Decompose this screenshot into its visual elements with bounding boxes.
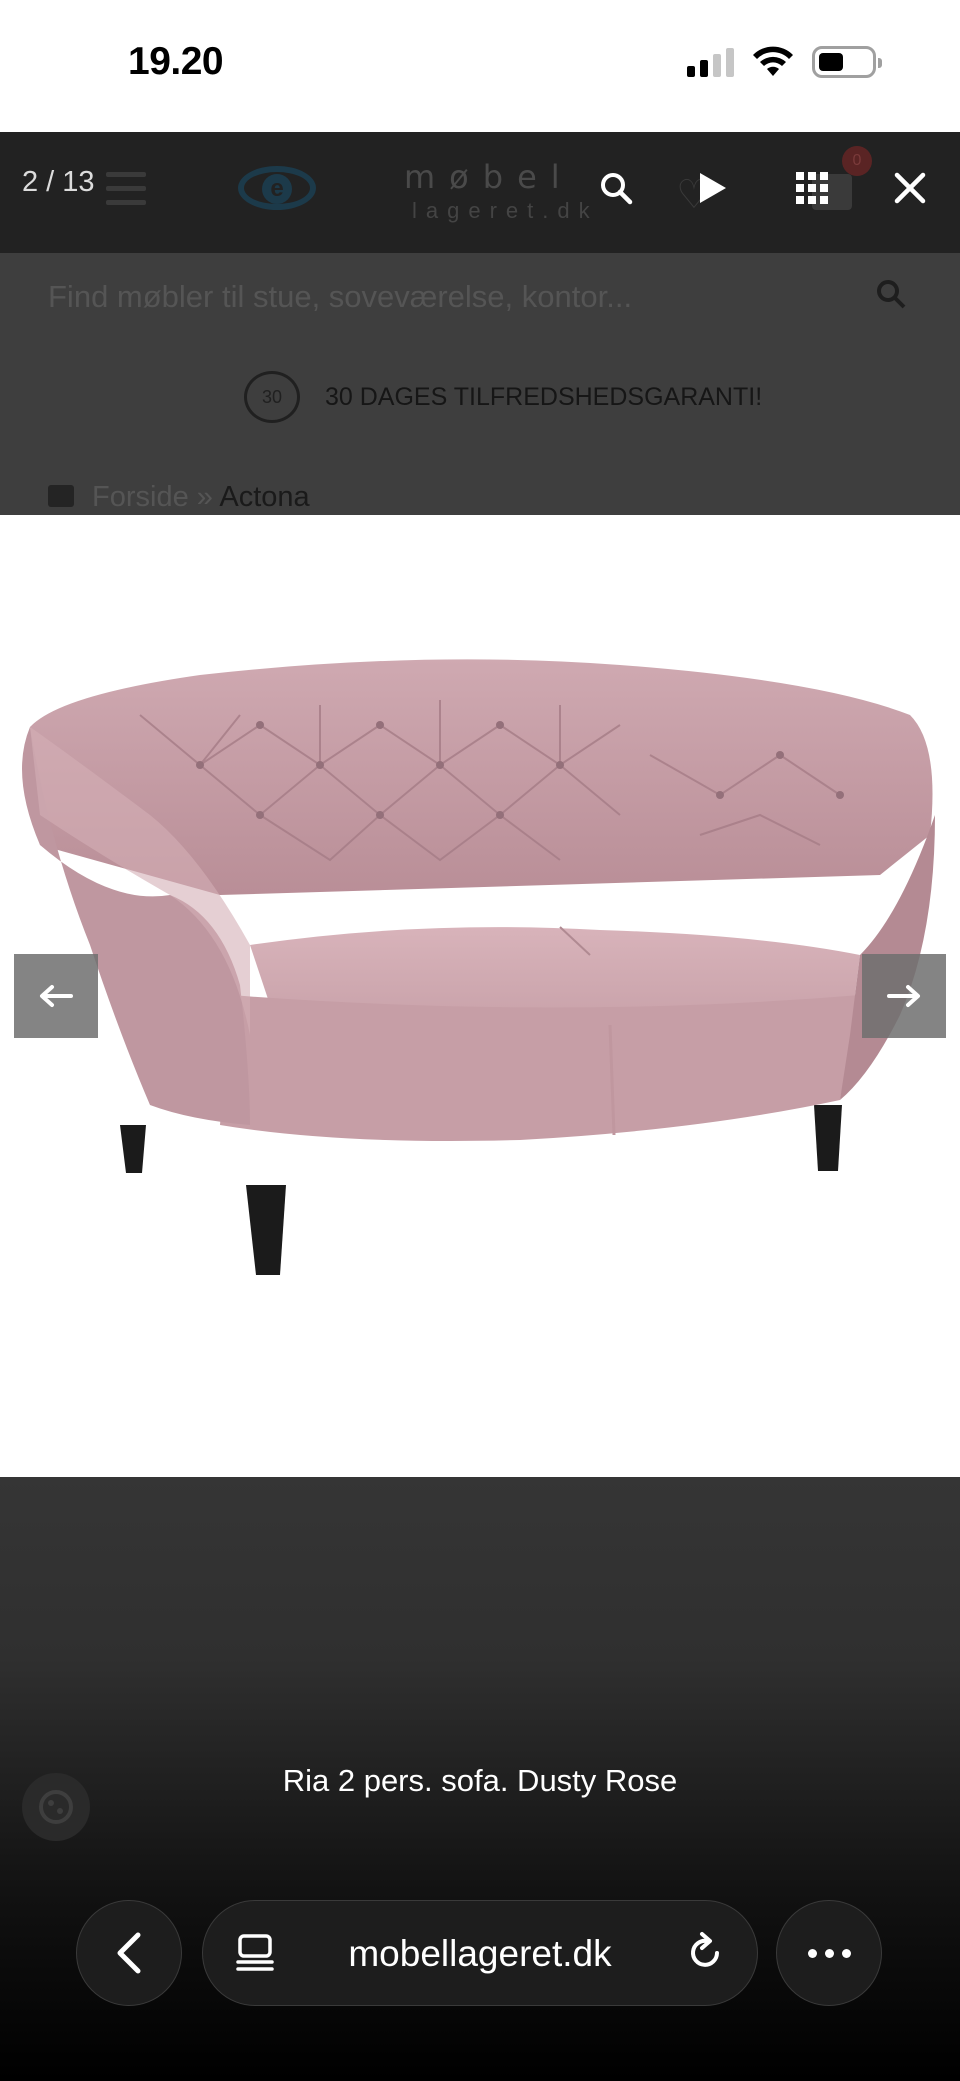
reload-icon[interactable] bbox=[683, 1931, 727, 1975]
breadcrumb-home: Forside bbox=[92, 481, 189, 513]
browser-back-button[interactable] bbox=[76, 1900, 182, 2006]
product-image bbox=[0, 515, 960, 1477]
cookie-icon bbox=[39, 1790, 73, 1824]
status-icons bbox=[687, 46, 882, 78]
battery-icon bbox=[812, 46, 882, 78]
cellular-signal-icon bbox=[687, 47, 734, 77]
thumbnails-icon bbox=[796, 172, 828, 204]
play-icon bbox=[700, 173, 726, 203]
back-icon bbox=[117, 1932, 141, 1974]
more-button[interactable] bbox=[776, 1900, 882, 2006]
zoom-icon bbox=[601, 173, 633, 205]
breadcrumb-current: Actona bbox=[219, 481, 310, 513]
close-icon bbox=[894, 172, 926, 204]
image-counter: 2 / 13 bbox=[22, 166, 95, 198]
image-caption: Ria 2 pers. sofa. Dusty Rose bbox=[282, 1763, 678, 1798]
wifi-icon bbox=[753, 46, 793, 76]
site-body: Find møbler til stue, soveværelse, konto… bbox=[0, 253, 960, 515]
zoom-button[interactable] bbox=[588, 160, 644, 216]
next-image-button[interactable] bbox=[862, 954, 946, 1038]
cookie-settings-button[interactable] bbox=[22, 1773, 90, 1841]
status-time: 19.20 bbox=[128, 40, 224, 83]
site-search-icon bbox=[877, 280, 906, 309]
thumbnails-button[interactable] bbox=[784, 160, 840, 216]
play-button[interactable] bbox=[684, 160, 740, 216]
close-button[interactable] bbox=[882, 160, 938, 216]
breadcrumb: Forside » Actona bbox=[92, 481, 310, 514]
lightbox-toolbar: 2 / 13 bbox=[0, 132, 960, 253]
store-icon bbox=[48, 485, 74, 507]
guarantee-text: 30 DAGES TILFREDSHEDSGARANTI! bbox=[325, 383, 763, 411]
guarantee-icon: 30 bbox=[244, 371, 300, 423]
url-text: mobellageret.dk bbox=[348, 1933, 612, 1974]
breadcrumb-separator: » bbox=[196, 481, 213, 513]
arrow-right-icon bbox=[887, 985, 920, 1007]
status-bar: 19.20 bbox=[0, 0, 960, 132]
search-input: Find møbler til stue, soveværelse, konto… bbox=[48, 279, 633, 314]
arrow-left-icon bbox=[40, 985, 73, 1007]
sofa-image bbox=[22, 659, 935, 1275]
more-icon bbox=[807, 1948, 817, 1958]
prev-image-button[interactable] bbox=[14, 954, 98, 1038]
address-bar[interactable]: mobellageret.dk bbox=[202, 1900, 758, 2006]
